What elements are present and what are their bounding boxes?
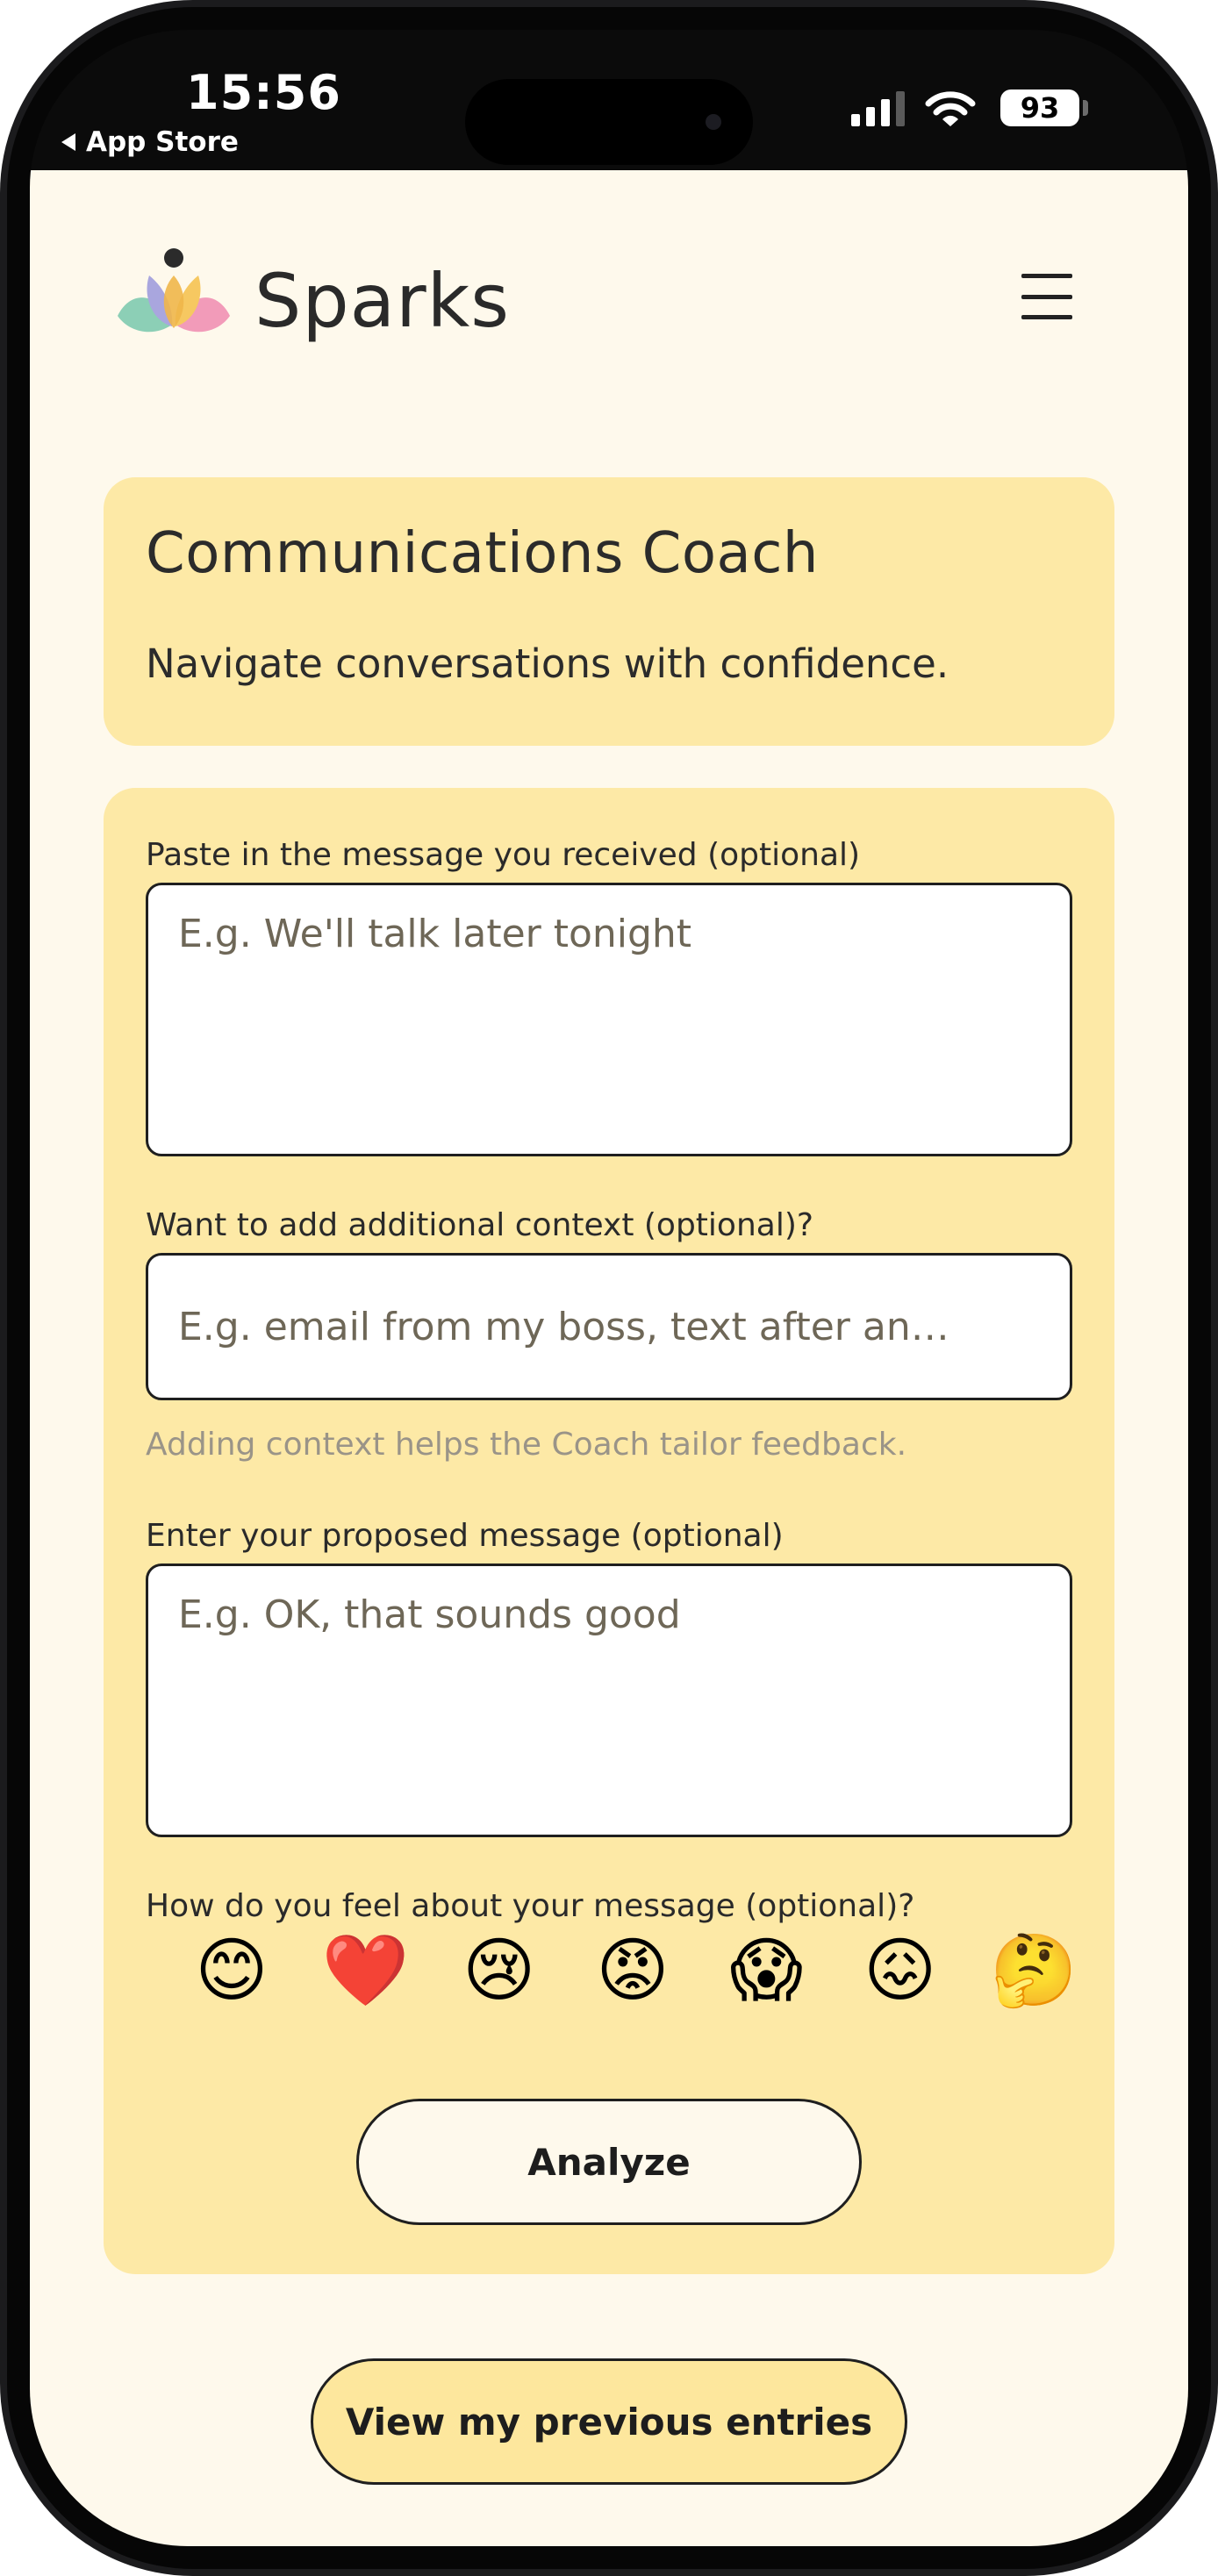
analyze-button[interactable]: Analyze (356, 2099, 862, 2225)
thinking-face-icon[interactable]: 🤔 (990, 1928, 1078, 2013)
confounded-face-icon[interactable]: 😖 (858, 1928, 942, 2013)
crying-face-icon[interactable]: 😢 (457, 1928, 541, 2013)
smiling-face-icon[interactable]: 😊 (190, 1928, 274, 2013)
received-message-label: Paste in the message you received (optio… (146, 837, 861, 873)
hamburger-menu-icon[interactable] (1021, 274, 1072, 319)
context-hint: Adding context helps the Coach tailor fe… (146, 1427, 907, 1463)
battery-tip (1083, 100, 1088, 116)
angry-face-icon[interactable]: 😡 (591, 1928, 675, 2013)
context-label: Want to add additional context (optional… (146, 1207, 813, 1243)
coach-form: Paste in the message you received (optio… (104, 788, 1114, 2274)
back-app-label: App Store (86, 126, 239, 158)
red-heart-icon[interactable]: ❤️ (322, 1928, 410, 2013)
view-previous-entries-button[interactable]: View my previous entries (311, 2358, 907, 2485)
screaming-face-icon[interactable]: 😱 (724, 1928, 808, 2013)
status-bar: 15:56 App Store 93 (30, 30, 1188, 170)
app-content: Sparks Communications Coach Navigate con… (30, 170, 1188, 2546)
hero-card: Communications Coach Navigate conversati… (104, 477, 1114, 746)
brand-name: Sparks (254, 258, 511, 344)
received-message-input[interactable] (146, 883, 1072, 1156)
feeling-selector: 😊 ❤️ 😢 😡 😱 😖 🤔 (190, 1927, 1078, 2014)
proposed-message-input[interactable] (146, 1563, 1072, 1837)
proposed-message-label: Enter your proposed message (optional) (146, 1518, 784, 1554)
status-time: 15:56 (186, 65, 341, 120)
screen: 15:56 App Store 93 Sparks Communications… (30, 30, 1188, 2546)
page-title: Communications Coach (146, 521, 819, 586)
back-triangle-icon (61, 133, 75, 151)
back-to-app-store-link[interactable]: App Store (61, 126, 239, 158)
phone-frame: 15:56 App Store 93 Sparks Communications… (0, 0, 1218, 2576)
battery-level: 93 (1020, 91, 1060, 125)
context-input[interactable] (146, 1253, 1072, 1400)
wifi-icon (925, 91, 976, 126)
page-subtitle: Navigate conversations with confidence. (146, 640, 949, 687)
front-camera (706, 114, 721, 130)
feeling-label: How do you feel about your message (opti… (146, 1888, 915, 1924)
signal-icon (851, 91, 905, 126)
dynamic-island (465, 79, 753, 165)
lotus-icon (118, 248, 230, 333)
battery-icon: 93 (1000, 89, 1079, 126)
